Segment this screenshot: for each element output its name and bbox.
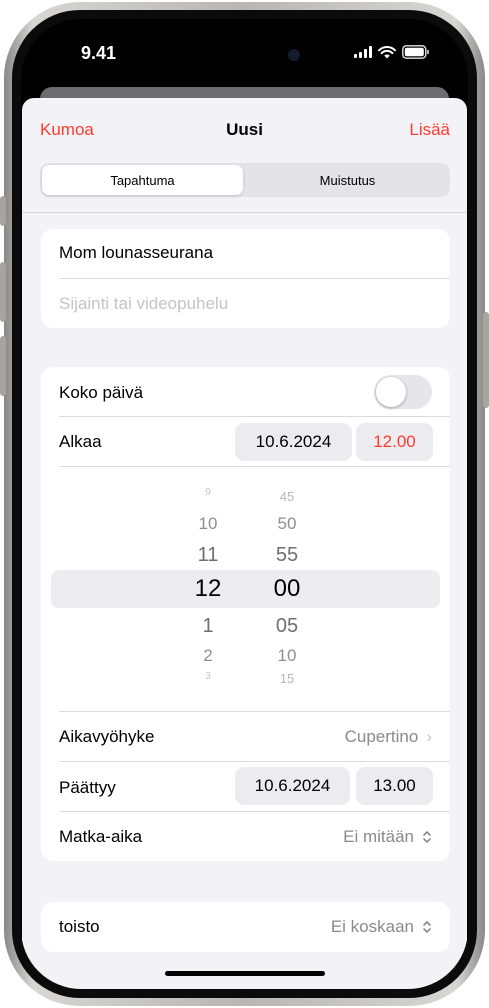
allday-row: Koko päivä	[41, 367, 450, 416]
picker-minute[interactable]: 15	[262, 671, 312, 686]
camera-icon	[288, 49, 300, 61]
wifi-icon	[378, 45, 396, 58]
timezone-value: Cupertino	[344, 727, 419, 746]
start-time-button[interactable]: 12.00	[356, 423, 433, 461]
picker-hour-selected[interactable]: 12	[183, 575, 233, 603]
ends-row: Päättyy 10.6.2024 13.00	[41, 762, 450, 811]
picker-minute[interactable]: 55	[262, 544, 312, 567]
picker-minute[interactable]: 05	[262, 615, 312, 638]
home-indicator[interactable]	[165, 971, 325, 976]
screen: 9.41 Kumoa Uusi Lisää Tapahtuma Muistutu…	[21, 19, 468, 989]
allday-label: Koko päivä	[59, 383, 144, 402]
starts-label: Alkaa	[59, 432, 102, 451]
event-details-group: Mom lounasseurana Sijainti tai videopuhe…	[41, 229, 450, 328]
picker-minute-selected[interactable]: 00	[262, 575, 312, 603]
new-event-sheet: Kumoa Uusi Lisää Tapahtuma Muistutus Mom…	[22, 98, 467, 989]
picker-minute[interactable]: 50	[262, 514, 312, 534]
end-date-button[interactable]: 10.6.2024	[235, 767, 350, 805]
ends-label: Päättyy	[59, 778, 116, 797]
event-type-segmented-control: Tapahtuma Muistutus	[40, 163, 450, 197]
location-field[interactable]: Sijainti tai videopuhelu	[41, 279, 450, 328]
picker-hour[interactable]: 10	[183, 514, 233, 534]
time-picker-wheel[interactable]: 9 10 11 12 1 2 3 45 50 55 00 05 10 15	[41, 487, 450, 687]
timezone-label: Aikavyöhyke	[59, 727, 155, 746]
picker-hour[interactable]: 3	[183, 671, 233, 682]
event-title-text[interactable]: Mom lounasseurana	[59, 243, 213, 263]
chevron-up-down-icon	[423, 921, 431, 933]
start-date-button[interactable]: 10.6.2024	[235, 423, 352, 461]
picker-minute[interactable]: 10	[262, 646, 312, 666]
picker-hour[interactable]: 9	[183, 487, 233, 498]
starts-row: Alkaa 10.6.2024 12.00	[41, 417, 450, 466]
repeat-value-wrap: Ei koskaan	[331, 917, 432, 937]
add-button[interactable]: Lisää	[409, 120, 450, 140]
repeat-row[interactable]: toisto Ei koskaan	[41, 902, 450, 952]
picker-minute[interactable]: 45	[262, 489, 312, 504]
picker-selection-highlight	[51, 570, 440, 608]
repeat-group: toisto Ei koskaan	[41, 902, 450, 952]
travel-time-row[interactable]: Matka-aika Ei mitään	[41, 812, 450, 861]
separator	[59, 466, 450, 467]
title-field[interactable]: Mom lounasseurana	[41, 229, 450, 278]
picker-hour[interactable]: 2	[183, 646, 233, 666]
cellular-signal-icon	[354, 46, 372, 58]
chevron-up-down-icon	[423, 831, 431, 843]
location-placeholder[interactable]: Sijainti tai videopuhelu	[59, 294, 228, 314]
action-button	[0, 196, 6, 226]
timezone-value-wrap: Cupertino ›	[345, 727, 432, 747]
chevron-right-icon: ›	[426, 727, 432, 746]
battery-icon	[402, 45, 429, 59]
travel-time-value: Ei mitään	[343, 827, 414, 846]
travel-time-value-wrap: Ei mitään	[343, 827, 432, 847]
end-time-button[interactable]: 13.00	[356, 767, 433, 805]
repeat-label: toisto	[59, 917, 100, 936]
repeat-value: Ei koskaan	[330, 917, 414, 936]
travel-time-label: Matka-aika	[59, 827, 143, 846]
date-time-group: Koko päivä Alkaa 10.6.2024 12.00 9 10 11…	[41, 367, 450, 861]
volume-down-button	[0, 336, 6, 396]
toggle-knob	[376, 377, 406, 407]
status-icons	[354, 45, 430, 59]
segment-reminder[interactable]: Muistutus	[247, 165, 448, 195]
volume-up-button	[0, 262, 6, 322]
timezone-row[interactable]: Aikavyöhyke Cupertino ›	[41, 712, 450, 761]
picker-hour[interactable]: 1	[183, 615, 233, 638]
allday-toggle[interactable]	[374, 375, 432, 409]
header-divider	[22, 212, 467, 213]
sheet-title: Uusi	[226, 120, 263, 139]
picker-hour[interactable]: 11	[183, 544, 233, 567]
status-time: 9.41	[81, 43, 117, 63]
segment-event[interactable]: Tapahtuma	[42, 165, 243, 195]
side-button	[483, 312, 489, 408]
